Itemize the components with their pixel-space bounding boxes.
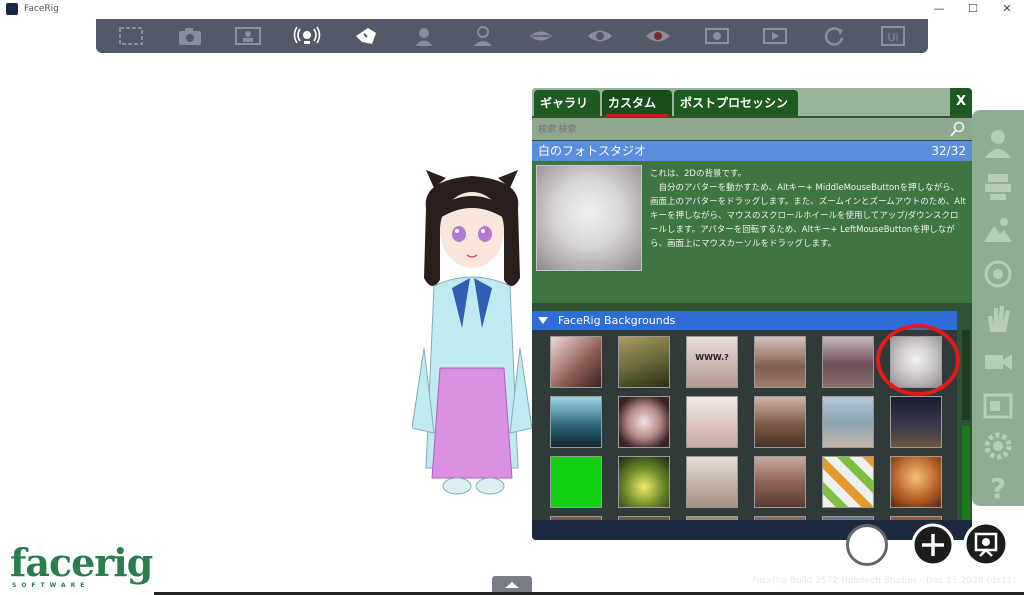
lips-icon[interactable] <box>519 23 563 49</box>
bg-thumb-1[interactable] <box>550 336 602 388</box>
logo-subtext: SOFTWARE <box>12 582 90 589</box>
bg-thumb-10[interactable] <box>754 396 806 448</box>
maximize-button[interactable]: ☐ <box>956 0 990 18</box>
bg-thumb-4[interactable] <box>754 336 806 388</box>
bg-thumb-3-label: WWW.? <box>695 353 729 362</box>
window-title: FaceRig <box>24 4 59 14</box>
avatar-character[interactable] <box>412 168 532 498</box>
search-icon[interactable] <box>950 121 966 137</box>
eye-red-icon[interactable] <box>636 23 680 49</box>
tracking-icon[interactable] <box>982 258 1014 290</box>
mask-icon[interactable] <box>344 23 388 49</box>
item-preview-image <box>536 165 642 271</box>
bg-thumb-17[interactable] <box>822 456 874 508</box>
bg-thumb-14[interactable] <box>618 456 670 508</box>
eye-icon[interactable] <box>578 23 622 49</box>
svg-text:?: ? <box>990 472 1006 502</box>
play-icon[interactable] <box>753 23 797 49</box>
bg-thumb-12[interactable] <box>890 396 942 448</box>
tab-customize-underline <box>606 114 668 117</box>
search-input[interactable] <box>536 120 948 138</box>
camera-capture-icon[interactable] <box>962 520 1010 568</box>
screenshot-frame-icon[interactable] <box>109 23 153 49</box>
build-info: FaceRig Build 2572 Holotech Studios - De… <box>752 576 1016 586</box>
video-camera-icon[interactable] <box>982 346 1014 378</box>
minimize-button[interactable]: — <box>922 0 956 18</box>
tab-customize[interactable]: カスタム化 <box>602 90 672 136</box>
bg-thumb-3[interactable]: WWW.? <box>686 336 738 388</box>
item-name: 白のフォトスタジオ <box>538 144 647 158</box>
bg-thumb-16[interactable] <box>754 456 806 508</box>
bg-thumb-9[interactable] <box>686 396 738 448</box>
bg-thumb-11[interactable] <box>822 396 874 448</box>
item-header: 白のフォトスタジオ 32/32 <box>532 141 972 161</box>
chevron-up-icon <box>505 582 519 588</box>
right-sidebar: ? <box>972 110 1024 506</box>
category-header[interactable]: FaceRig Backgrounds <box>532 311 957 330</box>
ui-icon-label: Ui <box>887 31 898 44</box>
background-grid: WWW.? <box>532 330 957 520</box>
help-icon[interactable]: ? <box>982 470 1014 502</box>
avatar-body-icon[interactable] <box>461 23 505 49</box>
search-row <box>532 118 972 140</box>
panel-tabs: ギャラリー カスタム化 ポストプロセッシング X <box>532 88 972 136</box>
background-layers-icon[interactable] <box>982 170 1014 202</box>
screen-layout-icon[interactable] <box>982 390 1014 422</box>
avatar-head-icon[interactable] <box>402 23 446 49</box>
bg-thumb-15[interactable] <box>686 456 738 508</box>
facerig-logo: facerig SOFTWARE <box>10 540 153 589</box>
props-icon[interactable] <box>982 214 1014 246</box>
bg-thumb-18[interactable] <box>890 456 942 508</box>
customization-panel: ギャラリー カスタム化 ポストプロセッシング X 白のフォトスタジオ 32/32… <box>532 88 972 540</box>
bg-thumb-7[interactable] <box>550 396 602 448</box>
hand-icon[interactable] <box>982 302 1014 334</box>
panel-bottom-bar <box>532 520 972 540</box>
bg-thumb-13[interactable] <box>550 456 602 508</box>
camera-icon[interactable] <box>168 23 212 49</box>
settings-gear-icon[interactable] <box>982 430 1014 462</box>
avatar-person-icon[interactable] <box>982 126 1014 158</box>
refresh-icon[interactable] <box>812 23 856 49</box>
collapse-triangle-icon <box>538 317 548 324</box>
tab-postprocessing[interactable]: ポストプロセッシング <box>674 90 798 136</box>
tab-gallery[interactable]: ギャラリー <box>534 90 600 136</box>
category-label: FaceRig Backgrounds <box>558 314 676 327</box>
ui-icon[interactable]: Ui <box>871 23 915 49</box>
bg-thumb-5[interactable] <box>822 336 874 388</box>
item-info: これは、2Dの背景です。 自分のアバターを動かすため、Altキー+ Middle… <box>532 161 972 303</box>
window-titlebar: FaceRig — ☐ ✕ <box>0 0 1024 18</box>
tracking-broadcast-icon[interactable] <box>285 23 329 49</box>
close-window-button[interactable]: ✕ <box>990 0 1024 18</box>
window-controls: — ☐ ✕ <box>922 0 1024 18</box>
top-toolbar: Ui <box>96 19 928 53</box>
item-description: これは、2Dの背景です。 自分のアバターを動かすため、Altキー+ Middle… <box>650 169 966 249</box>
avatar-preview-button[interactable] <box>846 524 888 566</box>
item-count: 32/32 <box>931 144 966 158</box>
bg-thumb-2[interactable] <box>618 336 670 388</box>
close-panel-button[interactable]: X <box>950 88 972 116</box>
scrollbar-track-upper <box>962 330 970 420</box>
logo-text: facerig <box>10 540 153 585</box>
app-icon <box>6 3 18 15</box>
scrollbar-thumb[interactable] <box>962 426 970 520</box>
record-icon[interactable] <box>695 23 739 49</box>
grid-scrollbar[interactable] <box>960 330 972 520</box>
bg-thumb-6-selected[interactable] <box>890 336 942 388</box>
bg-thumb-8[interactable] <box>618 396 670 448</box>
add-circle-icon[interactable] <box>910 522 956 568</box>
webcam-view-icon[interactable] <box>226 23 270 49</box>
